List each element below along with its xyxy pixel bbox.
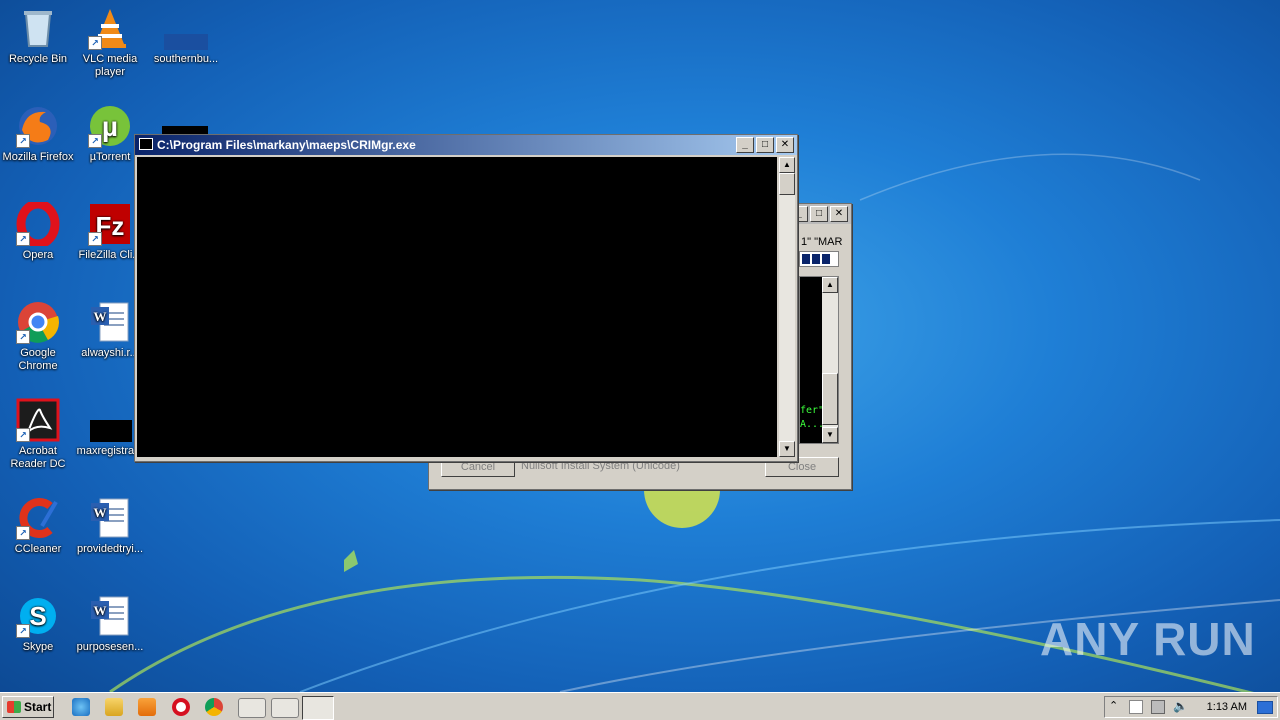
system-tray: ⌃ 🔈 1:13 AM [1104, 696, 1278, 718]
scroll-down-arrow-icon[interactable]: ▼ [779, 441, 795, 457]
start-button[interactable]: Start [2, 696, 54, 718]
file-icon [164, 6, 208, 50]
desktop-icon-firefox[interactable]: ↗ Mozilla Firefox [0, 104, 76, 164]
desktop-icon-label: southernbu... [153, 53, 219, 65]
desktop-icon-label: VLC media player [82, 53, 138, 78]
file-explorer-icon[interactable] [105, 698, 123, 716]
svg-text:W: W [94, 309, 107, 324]
word-document-icon: W [88, 594, 132, 638]
desktop-icon-label: Skype [22, 641, 54, 653]
show-desktop-icon[interactable] [1257, 701, 1273, 714]
svg-text:W: W [94, 603, 107, 618]
desktop-icon-label: µTorrent [89, 151, 131, 163]
filezilla-icon: Fz ↗ [88, 202, 132, 246]
console-scrollbar[interactable]: ▲ ▼ [779, 157, 795, 457]
console-titlebar[interactable]: C:\Program Files\markany\maeps\CRIMgr.ex… [135, 135, 797, 155]
installer-status-text: 1" "MAR [801, 236, 843, 248]
svg-text:S: S [29, 601, 46, 631]
opera-taskbar-icon[interactable] [172, 698, 190, 716]
installer-log[interactable]: fer" A... ▲ ▼ [799, 276, 839, 444]
log-scrollbar[interactable]: ▲ ▼ [822, 277, 838, 443]
log-line: fer" [800, 405, 825, 416]
maximize-button[interactable]: □ [810, 206, 828, 222]
chrome-icon: ↗ [16, 300, 60, 344]
word-document-icon: W [88, 496, 132, 540]
ccleaner-icon: ↗ [16, 496, 60, 540]
desktop-icon-label: CCleaner [14, 543, 62, 555]
desktop-icon-vlc[interactable]: ↗ VLC media player [72, 6, 148, 79]
console-window[interactable]: C:\Program Files\markany\maeps\CRIMgr.ex… [134, 134, 798, 462]
svg-text:W: W [94, 505, 107, 520]
word-document-icon: W [88, 300, 132, 344]
desktop-icon-chrome[interactable]: ↗ Google Chrome [0, 300, 76, 373]
volume-icon[interactable]: 🔈 [1173, 699, 1188, 713]
file-icon [88, 398, 132, 442]
chrome-taskbar-icon[interactable] [205, 698, 223, 716]
scroll-thumb[interactable] [779, 173, 795, 195]
shortcut-arrow-icon: ↗ [88, 232, 102, 246]
console-output[interactable] [137, 157, 777, 457]
console-title: C:\Program Files\markany\maeps\CRIMgr.ex… [157, 138, 416, 152]
svg-text:µ: µ [102, 111, 118, 142]
windows-logo-icon [7, 701, 21, 713]
desktop-icon-acrobat[interactable]: ↗ Acrobat Reader DC [0, 398, 76, 471]
start-label: Start [24, 700, 52, 714]
shortcut-arrow-icon: ↗ [16, 330, 30, 344]
clock[interactable]: 1:13 AM [1207, 697, 1247, 717]
anyrun-watermark: ANY RUN [1040, 613, 1256, 665]
scroll-up-arrow-icon[interactable]: ▲ [822, 277, 838, 293]
shortcut-arrow-icon: ↗ [88, 36, 102, 50]
opera-icon: ↗ [16, 199, 60, 249]
shortcut-arrow-icon: ↗ [16, 624, 30, 638]
installer-task-icon[interactable] [271, 698, 299, 718]
desktop-icon-providedtryi[interactable]: W providedtryi... [72, 496, 148, 556]
internet-explorer-icon[interactable] [72, 698, 90, 716]
desktop-icon-label: alwayshi.r... [81, 347, 139, 359]
desktop-icon-skype[interactable]: S ↗ Skype [0, 594, 76, 654]
close-button[interactable]: ✕ [830, 206, 848, 222]
maximize-button[interactable]: □ [756, 137, 774, 153]
console-app-icon [139, 138, 153, 150]
utorrent-icon: µ ↗ [88, 104, 132, 148]
log-line: A... [800, 419, 825, 430]
installer-task-icon[interactable] [238, 698, 266, 718]
desktop-icon-label: purposesen... [76, 641, 144, 653]
desktop-icon-partial [162, 126, 208, 134]
scroll-up-arrow-icon[interactable]: ▲ [779, 157, 795, 173]
taskbar: Start ⌃ 🔈 1:13 AM [0, 692, 1280, 720]
network-icon[interactable] [1151, 700, 1165, 714]
desktop-icon-southernbu[interactable]: southernbu... [148, 6, 224, 66]
action-center-icon[interactable] [1129, 700, 1143, 714]
scroll-down-arrow-icon[interactable]: ▼ [822, 427, 838, 443]
desktop-icon-label: Mozilla Firefox [2, 151, 74, 163]
desktop-icon-label: providedtryi... [76, 543, 144, 555]
close-button[interactable]: ✕ [776, 137, 794, 153]
desktop-icon-label: Opera [22, 249, 54, 261]
desktop-icon-label: Google Chrome [18, 347, 58, 372]
desktop-icon-ccleaner[interactable]: ↗ CCleaner [0, 496, 76, 556]
minimize-button[interactable]: _ [736, 137, 754, 153]
shortcut-arrow-icon: ↗ [16, 232, 30, 246]
media-player-icon[interactable] [138, 698, 156, 716]
shortcut-arrow-icon: ↗ [16, 134, 30, 148]
skype-icon: S ↗ [16, 594, 60, 638]
firefox-icon: ↗ [16, 104, 60, 148]
shortcut-arrow-icon: ↗ [16, 526, 30, 540]
recycle-bin-icon [16, 6, 60, 50]
desktop-icon-label: Acrobat Reader DC [10, 445, 66, 470]
vlc-icon: ↗ [88, 6, 132, 50]
desktop-icon-opera[interactable]: ↗ Opera [0, 199, 76, 262]
desktop-icon-purposesen[interactable]: W purposesen... [72, 594, 148, 654]
desktop-icon-label: Recycle Bin [8, 53, 68, 65]
shortcut-arrow-icon: ↗ [16, 428, 30, 442]
desktop-icon-label: FileZilla Cli... [78, 249, 142, 261]
shortcut-arrow-icon: ↗ [88, 134, 102, 148]
acrobat-reader-icon: ↗ [16, 398, 60, 442]
installer-progress-bar [799, 251, 839, 267]
scroll-thumb[interactable] [822, 373, 838, 425]
tray-expand-icon[interactable]: ⌃ [1109, 699, 1118, 712]
desktop-icon-recycle-bin[interactable]: Recycle Bin [0, 6, 76, 66]
console-task-button[interactable] [302, 696, 334, 720]
